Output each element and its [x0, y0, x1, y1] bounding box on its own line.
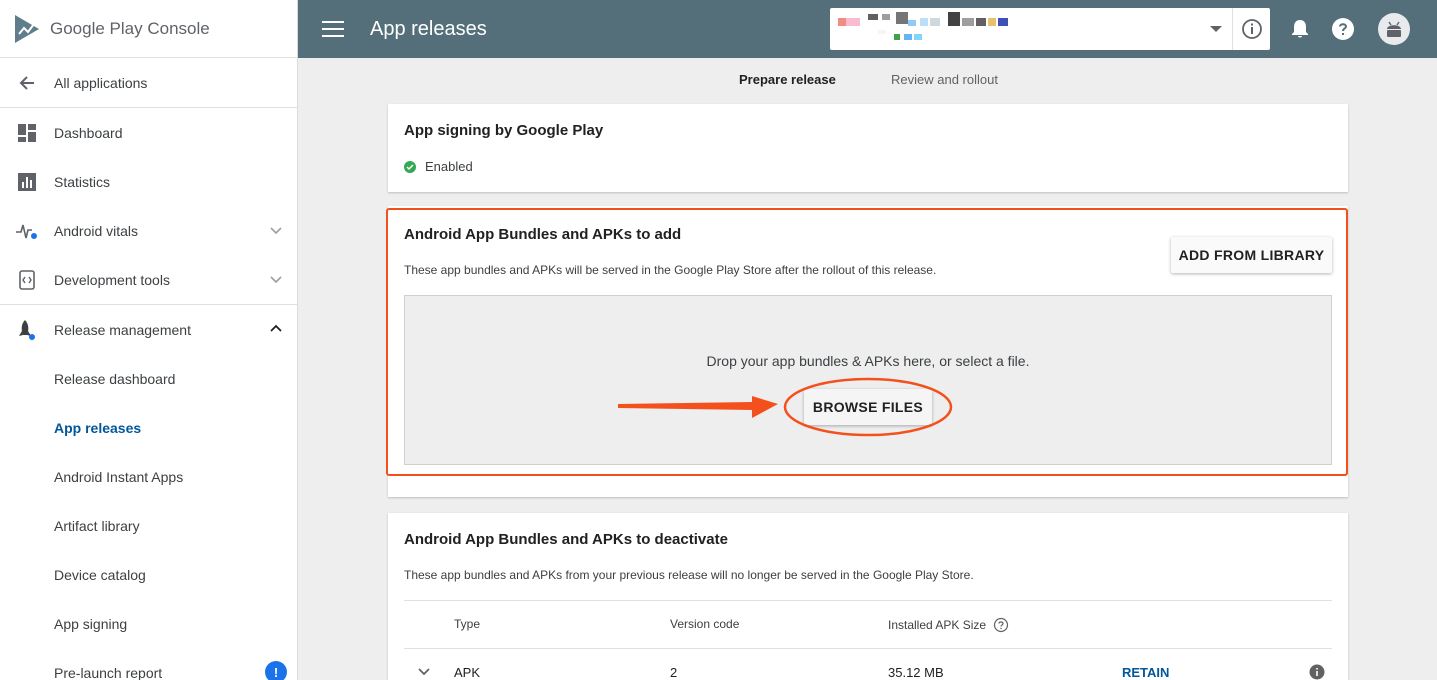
- release-steps: Prepare release Review and rollout: [298, 58, 1437, 100]
- sidebar-subitem-label: Release dashboard: [54, 370, 176, 387]
- table-divider: [404, 648, 1332, 649]
- sidebar-subitem-label: App signing: [54, 615, 128, 632]
- table-divider: [404, 600, 1332, 601]
- cell-type: APK: [454, 665, 481, 680]
- bundles-to-deactivate-description: These app bundles and APKs from your pre…: [404, 568, 974, 582]
- sidebar-subitem-release-dashboard[interactable]: Release dashboard: [0, 354, 297, 403]
- sidebar-item-label: Development tools: [54, 271, 170, 288]
- brand-name: Google Play Console: [50, 18, 210, 38]
- step-review-and-rollout[interactable]: Review and rollout: [891, 72, 998, 87]
- sidebar-item-label: Release management: [54, 321, 191, 338]
- brand[interactable]: Google Play Console: [0, 0, 297, 58]
- sidebar-item-release-management[interactable]: Release management: [0, 305, 297, 354]
- chevron-down-icon[interactable]: [417, 667, 431, 677]
- browse-files-button[interactable]: BROWSE FILES: [804, 389, 932, 425]
- column-header-version-code: Version code: [670, 617, 740, 631]
- sidebar-subitem-artifact-library[interactable]: Artifact library: [0, 501, 297, 550]
- bundles-to-add-description: These app bundles and APKs will be serve…: [404, 263, 937, 277]
- drop-zone-text: Drop your app bundles & APKs here, or se…: [706, 353, 1030, 369]
- status-text: Enabled: [425, 159, 473, 174]
- app-signing-card: App signing by Google Play Enabled: [388, 104, 1348, 192]
- sidebar-item-dashboard[interactable]: Dashboard: [0, 108, 297, 157]
- account-avatar[interactable]: [1378, 13, 1410, 45]
- cell-apk-size: 35.12 MB: [888, 665, 944, 680]
- chevron-down-icon: [270, 276, 282, 284]
- app-signing-status: Enabled: [404, 159, 473, 174]
- info-icon[interactable]: [1309, 664, 1325, 680]
- all-applications-label: All applications: [54, 74, 148, 91]
- rocket-icon: [16, 319, 38, 341]
- column-header-apk-size: Installed APK Size: [888, 617, 1009, 633]
- dashboard-icon: [16, 122, 38, 144]
- sidebar-item-statistics[interactable]: Statistics: [0, 157, 297, 206]
- app-signing-title: App signing by Google Play: [404, 122, 604, 139]
- sidebar-item-label: Android vitals: [54, 222, 139, 239]
- help-icon[interactable]: [1331, 17, 1355, 41]
- sidebar-item-android-vitals[interactable]: Android vitals: [0, 206, 297, 255]
- android-icon: [1387, 21, 1401, 37]
- sidebar-subitem-device-catalog[interactable]: Device catalog: [0, 550, 297, 599]
- top-app-bar: App releases: [298, 0, 1437, 58]
- sidebar-subitem-app-signing[interactable]: App signing: [0, 599, 297, 648]
- column-header-type: Type: [454, 617, 481, 631]
- bundles-to-deactivate-title: Android App Bundles and APKs to deactiva…: [404, 531, 728, 548]
- cell-version-code: 2: [670, 665, 678, 680]
- column-header-label: Installed APK Size: [888, 618, 987, 632]
- sidebar-item-development-tools[interactable]: Development tools: [0, 255, 297, 304]
- all-applications-link[interactable]: All applications: [0, 58, 297, 107]
- bundles-to-deactivate-card: Android App Bundles and APKs to deactiva…: [388, 513, 1348, 680]
- sidebar-item-label: Statistics: [54, 173, 111, 190]
- arrow-left-icon: [16, 72, 38, 94]
- sidebar-subitem-label: Artifact library: [54, 517, 140, 534]
- alert-badge-icon: !: [265, 661, 287, 680]
- hamburger-menu-icon[interactable]: [322, 21, 344, 37]
- sidebar: Google Play Console All applications Das…: [0, 0, 298, 680]
- retain-button[interactable]: RETAIN: [1122, 665, 1169, 680]
- step-prepare-release[interactable]: Prepare release: [739, 72, 836, 87]
- info-icon[interactable]: [1232, 8, 1270, 50]
- sidebar-subitem-label: Android Instant Apps: [54, 468, 184, 485]
- sidebar-item-label: Dashboard: [54, 124, 123, 141]
- page-title: App releases: [370, 17, 487, 40]
- sidebar-subitem-app-releases[interactable]: App releases: [0, 403, 297, 452]
- chevron-down-icon: [270, 227, 282, 235]
- bundles-to-add-card: Android App Bundles and APKs to add Thes…: [388, 206, 1348, 497]
- sidebar-subitem-label: Pre-launch report: [54, 664, 163, 680]
- bar-chart-icon: [16, 171, 38, 193]
- sidebar-subitem-label: App releases: [54, 419, 142, 436]
- sidebar-subitem-android-instant-apps[interactable]: Android Instant Apps: [0, 452, 297, 501]
- dropdown-arrow-icon: [1210, 26, 1222, 32]
- sidebar-subitem-label: Device catalog: [54, 566, 146, 583]
- add-from-library-button[interactable]: ADD FROM LIBRARY: [1171, 237, 1332, 273]
- obscured-app-name: [838, 12, 1008, 40]
- vitals-icon: [16, 220, 38, 242]
- code-icon: [16, 269, 38, 291]
- notifications-bell-icon[interactable]: [1288, 17, 1312, 41]
- check-circle-icon: [404, 160, 416, 173]
- sidebar-subitem-pre-launch-report[interactable]: Pre-launch report !: [0, 648, 297, 680]
- app-selector-dropdown[interactable]: [830, 8, 1270, 50]
- bundles-to-add-title: Android App Bundles and APKs to add: [404, 226, 682, 243]
- help-icon[interactable]: [993, 617, 1009, 633]
- chevron-up-icon: [270, 324, 282, 332]
- file-drop-zone[interactable]: Drop your app bundles & APKs here, or se…: [404, 295, 1332, 465]
- play-console-logo-icon: [15, 14, 39, 43]
